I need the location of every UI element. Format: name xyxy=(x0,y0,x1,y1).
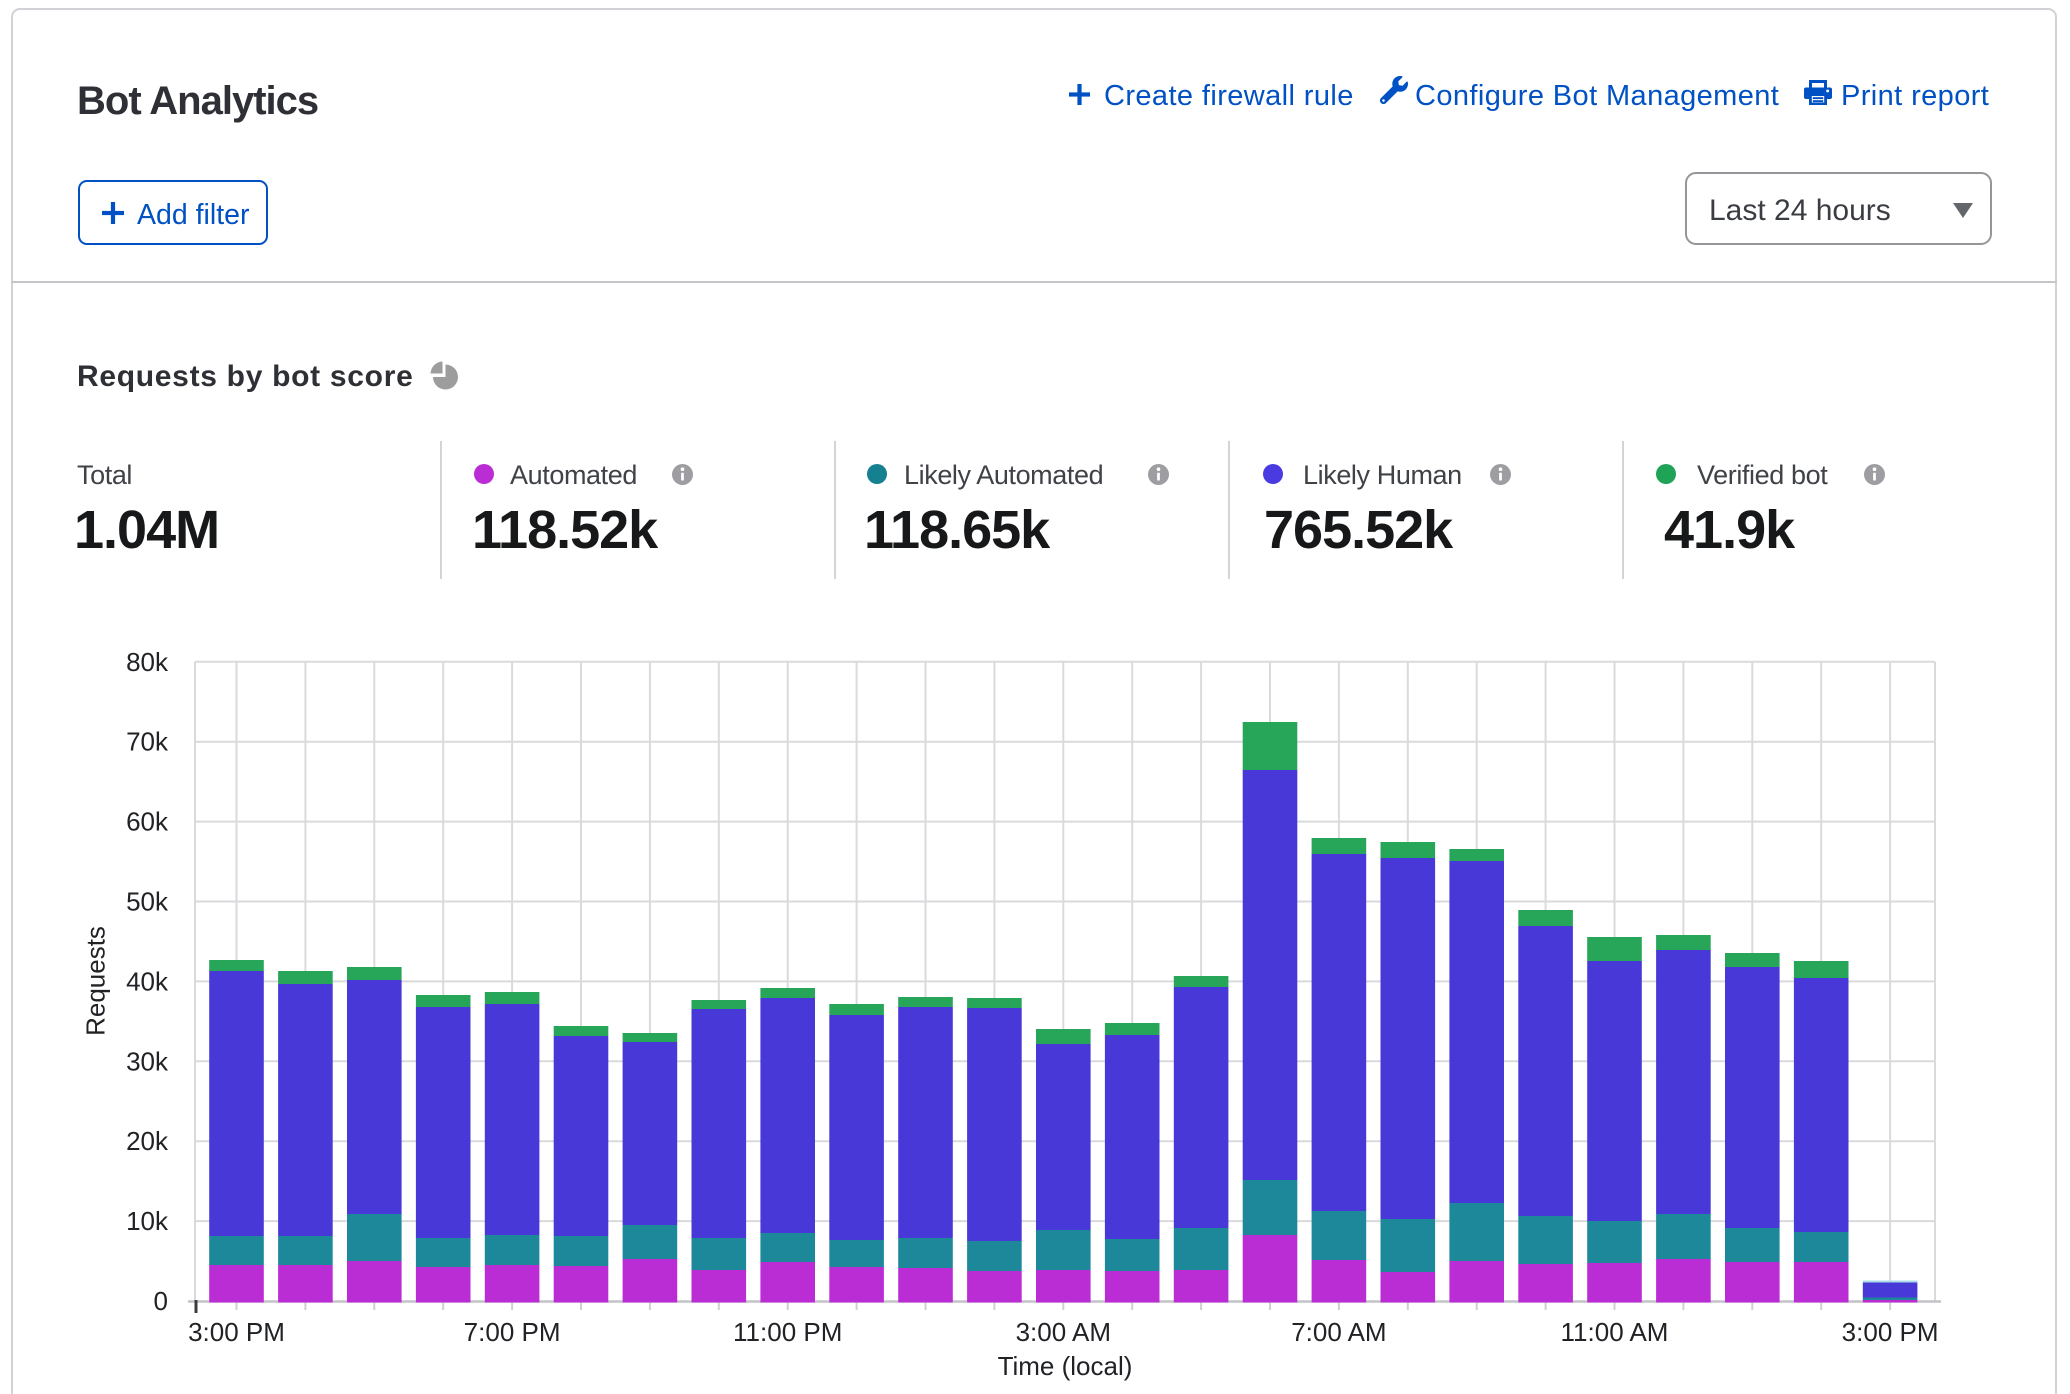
svg-text:60k: 60k xyxy=(126,807,169,837)
svg-text:Time (local): Time (local) xyxy=(998,1351,1133,1381)
svg-text:0: 0 xyxy=(154,1286,168,1316)
svg-text:11:00 PM: 11:00 PM xyxy=(733,1317,842,1347)
svg-text:7:00 AM: 7:00 AM xyxy=(1291,1317,1386,1347)
svg-text:11:00 AM: 11:00 AM xyxy=(1561,1317,1669,1347)
svg-text:3:00 AM: 3:00 AM xyxy=(1016,1317,1111,1347)
svg-text:70k: 70k xyxy=(126,727,169,757)
svg-text:Requests: Requests xyxy=(81,926,111,1036)
svg-text:20k: 20k xyxy=(126,1126,169,1156)
svg-text:50k: 50k xyxy=(126,887,169,917)
svg-text:3:00 PM: 3:00 PM xyxy=(1842,1317,1939,1347)
svg-text:30k: 30k xyxy=(126,1046,169,1076)
svg-text:40k: 40k xyxy=(126,966,169,996)
svg-text:10k: 10k xyxy=(126,1206,169,1236)
svg-text:3:00 PM: 3:00 PM xyxy=(188,1317,285,1347)
svg-text:7:00 PM: 7:00 PM xyxy=(464,1317,561,1347)
svg-text:80k: 80k xyxy=(126,647,169,677)
